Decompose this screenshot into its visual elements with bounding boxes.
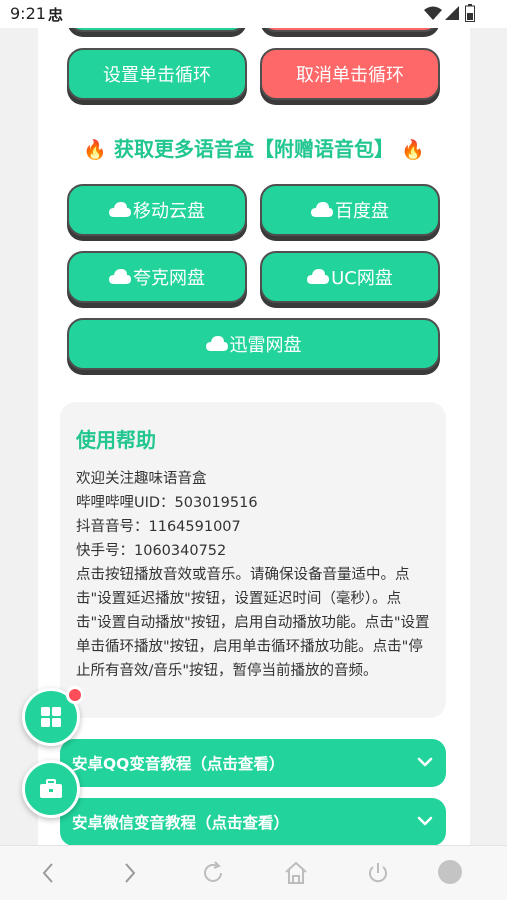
mobile-cloud-button[interactable]: 移动云盘 [67,184,247,236]
set-click-loop-button[interactable]: 设置单击循环 [67,48,247,100]
bottom-navigation-bar [0,845,507,900]
chevron-down-icon [417,757,433,767]
refresh-icon[interactable] [200,860,226,886]
help-line: 哔哩哔哩UID：503019516 [76,495,258,511]
chevron-down-icon [417,816,433,826]
cloud-icon [109,269,131,284]
status-time: 9:21 [10,4,46,23]
cloud-icon [307,269,330,284]
section-title-text: 获取更多语音盒【附赠语音包】 [114,137,394,161]
cloud-icon [311,202,333,217]
help-line: 抖音音号：1164591007 [76,519,241,535]
menu-circle-icon[interactable] [436,858,464,886]
home-icon[interactable] [283,860,309,886]
toolbox-icon [40,779,62,798]
forward-icon[interactable] [120,860,140,886]
notification-icon: 忠 [48,6,64,24]
xunlei-pan-button[interactable]: 迅雷网盘 [67,318,440,370]
qq-voice-tutorial-accordion[interactable]: 安卓QQ变音教程（点击查看） [60,739,446,787]
quark-pan-label: 夸克网盘 [133,268,205,289]
fire-icon: 🔥 [83,139,108,161]
cancel-click-loop-button[interactable]: 取消单击循环 [260,48,440,100]
xunlei-pan-label: 迅雷网盘 [229,335,302,356]
cancel-click-loop-label: 取消单击循环 [296,65,404,86]
mobile-cloud-label: 移动云盘 [133,201,205,222]
help-title: 使用帮助 [76,428,156,452]
uc-pan-label: UC网盘 [331,268,393,289]
wechat-voice-tutorial-accordion[interactable]: 安卓微信变音教程（点击查看） [60,798,446,845]
wifi-icon [424,6,442,20]
notification-badge [66,686,84,704]
help-line: 欢迎关注趣味语音盒 [76,471,207,487]
qq-voice-tutorial-label: 安卓QQ变音教程（点击查看） [72,755,285,773]
set-click-loop-label: 设置单击循环 [103,65,211,86]
section-title: 🔥 获取更多语音盒【附赠语音包】 🔥 [38,133,470,162]
uc-pan-button[interactable]: UC网盘 [260,251,440,303]
grid-icon [41,707,61,727]
fire-icon: 🔥 [400,139,425,161]
battery-icon [465,4,475,22]
help-line: 快手号：1060340752 [76,543,227,559]
status-bar: 9:21 忠 [0,0,507,28]
wechat-voice-tutorial-label: 安卓微信变音教程（点击查看） [72,814,290,832]
back-icon[interactable] [38,860,58,886]
help-card: 使用帮助 欢迎关注趣味语音盒 哔哩哔哩UID：503019516 抖音音号：11… [60,402,446,718]
cloud-icon [205,336,228,351]
toolbox-fab[interactable] [22,760,80,818]
power-icon[interactable] [365,860,391,886]
main-content[interactable]: 设置单击循环 取消单击循环 🔥 获取更多语音盒【附赠语音包】 🔥 移动云盘 百度… [38,0,470,845]
baidu-pan-label: 百度盘 [335,201,389,222]
cloud-icon [109,202,131,217]
quark-pan-button[interactable]: 夸克网盘 [67,251,247,303]
signal-icon [445,6,459,20]
help-instructions: 点击按钮播放音效或音乐。请确保设备音量适中。点击"设置延迟播放"按钮，设置延迟时… [76,567,430,679]
baidu-pan-button[interactable]: 百度盘 [260,184,440,236]
